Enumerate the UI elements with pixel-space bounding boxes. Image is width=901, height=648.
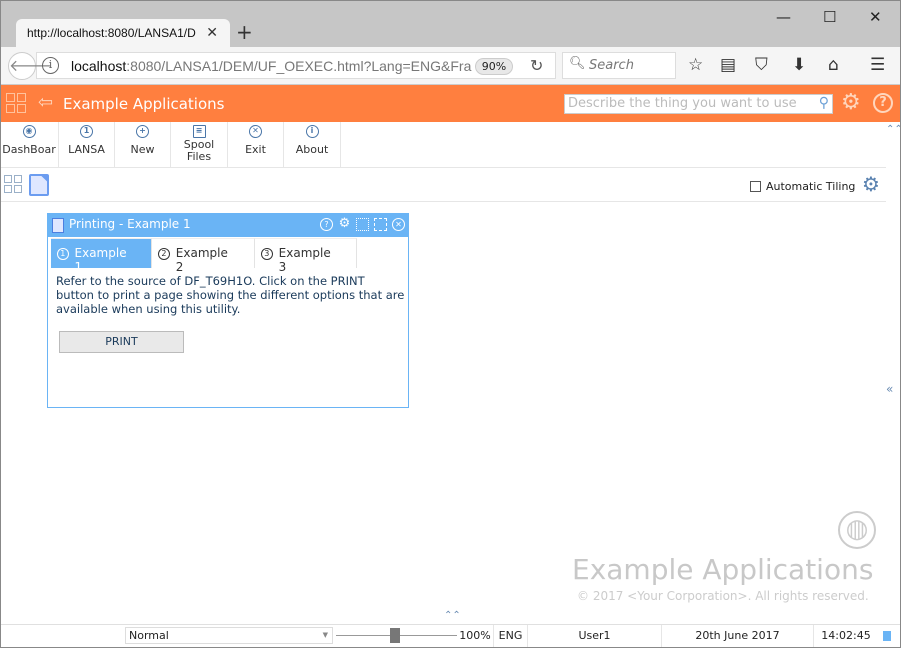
new-tab-icon[interactable]: + <box>236 20 253 44</box>
tab-label: Example 1 <box>74 246 127 274</box>
window-title: Printing - Example 1 <box>69 217 191 231</box>
chevron-down-icon: ▼ <box>322 631 328 639</box>
tab-example-1[interactable]: 1 Example 1 <box>51 238 152 274</box>
maximize-icon[interactable]: ☐ <box>823 8 836 26</box>
browser-tab[interactable]: http://localhost:8080/LANSA1/D ✕ <box>16 19 230 47</box>
search-placeholder: Search <box>589 58 634 73</box>
close-tab-icon[interactable]: ✕ <box>206 24 218 41</box>
app-title: Example Applications <box>63 95 225 113</box>
document-view-icon[interactable] <box>29 174 49 196</box>
expand-up-icon[interactable]: ⌃⌃ <box>444 610 461 621</box>
toolbar-new-button[interactable]: + New <box>115 122 171 168</box>
window-tabs: 1 Example 1 2 Example 2 3 Example 3 <box>51 238 357 274</box>
plus-circle-icon: + <box>136 125 149 138</box>
toolbar-label: DashBoar <box>2 143 56 156</box>
settings-gear-icon[interactable]: ⚙ <box>338 217 351 231</box>
tab-example-3[interactable]: 3 Example 3 <box>255 238 357 274</box>
nav-bar: localhost:8080/LANSA1/DEM/UF_OEXEC.html?… <box>0 47 901 85</box>
tile-view-icon[interactable] <box>4 175 22 193</box>
reload-icon[interactable]: ↻ <box>530 56 543 75</box>
info-icon[interactable]: i <box>42 57 59 74</box>
watermark-title: Example Applications <box>572 553 874 586</box>
tab-example-2[interactable]: 2 Example 2 <box>152 238 255 274</box>
window-description: Refer to the source of DF_T69H1O. Click … <box>56 274 405 316</box>
reading-list-icon[interactable]: ▤ <box>720 55 736 75</box>
tiling-settings-gear-icon[interactable]: ⚙ <box>862 172 880 196</box>
toolbar-lansa-button[interactable]: 1 LANSA <box>59 122 115 168</box>
tab-number-icon: 2 <box>158 248 170 260</box>
back-arrow-icon[interactable]: ⇦ <box>38 92 53 113</box>
close-window-icon[interactable]: ✕ <box>869 8 882 26</box>
toolbar-dashboard-button[interactable]: ◉ DashBoar <box>0 122 59 168</box>
zoom-slider-thumb[interactable] <box>390 628 401 643</box>
menu-icon[interactable]: ☰ <box>870 55 885 75</box>
browser-search-input[interactable]: 🔍︎ Search <box>562 52 676 79</box>
automatic-tiling-toggle[interactable]: Automatic Tiling <box>750 180 855 193</box>
language: ENG <box>494 625 528 647</box>
app-search-input[interactable]: Describe the thing you want to use ⚲ <box>564 94 833 114</box>
zoom-badge[interactable]: 90% <box>475 58 513 75</box>
toolbar-about-button[interactable]: i About <box>284 122 341 168</box>
watermark-copyright: © 2017 <Your Corporation>. All rights re… <box>577 589 869 603</box>
user: User1 <box>528 625 662 647</box>
minimize-icon[interactable]: — <box>776 8 791 26</box>
toolbar-label: Spool Files <box>183 138 215 163</box>
time: 14:02:45 <box>821 629 871 642</box>
divider <box>0 201 886 202</box>
app-header: ⇦ Example Applications Describe the thin… <box>0 85 901 122</box>
mode-select[interactable]: Normal ▼ <box>125 627 333 644</box>
status-indicator <box>883 631 891 641</box>
toolbar-label: About <box>295 143 329 156</box>
pocket-icon[interactable]: ⛉ <box>755 55 768 75</box>
globe-icon: ◉ <box>22 125 36 138</box>
mode-value: Normal <box>129 629 169 642</box>
zoom-label: 100% <box>457 625 494 647</box>
toolbar-label: Exit <box>245 143 266 156</box>
window-header[interactable]: Printing - Example 1 ? ⚙ ✕ <box>48 214 408 237</box>
toolbar-label: New <box>130 143 155 156</box>
collapse-left-icon[interactable]: « <box>886 382 893 396</box>
tab-label: Example 2 <box>175 246 228 274</box>
tab-number-icon: 3 <box>261 248 273 260</box>
info-icon: i <box>305 125 319 138</box>
toolbar-exit-button[interactable]: ✕ Exit <box>228 122 284 168</box>
printing-window: Printing - Example 1 ? ⚙ ✕ 1 Example 1 2E… <box>47 213 409 408</box>
print-button[interactable]: PRINT <box>59 331 184 353</box>
status-bar: Normal ▼ 100% ENG User1 20th June 2017 14… <box>0 624 901 647</box>
app-search-placeholder: Describe the thing you want to use <box>568 96 797 111</box>
date: 20th June 2017 <box>662 625 814 647</box>
toolbar-spool-files-button[interactable]: ≡ Spool Files <box>171 122 228 168</box>
list-icon: ≡ <box>192 125 206 138</box>
automatic-tiling-checkbox[interactable] <box>750 181 761 192</box>
url-host: localhost <box>71 58 127 74</box>
settings-gear-icon[interactable]: ⚙ <box>841 90 861 115</box>
automatic-tiling-label: Automatic Tiling <box>766 180 856 193</box>
help-icon[interactable]: ? <box>873 93 893 113</box>
command-toolbar: ◉ DashBoar 1 LANSA + New ≡ Spool Files ✕ Exit… <box>0 122 886 168</box>
bookmark-star-icon[interactable]: ☆ <box>688 55 703 75</box>
tab-title: http://localhost:8080/LANSA1/D <box>27 26 196 40</box>
download-icon[interactable]: ⬇ <box>792 55 806 75</box>
collapse-up-icon[interactable]: ⌃⌃ <box>886 124 901 135</box>
back-icon[interactable]: 🡐 <box>8 52 52 80</box>
document-icon <box>52 218 64 233</box>
number-1-icon: 1 <box>80 125 93 138</box>
globe-icon: ◍ <box>838 511 876 549</box>
close-circle-icon: ✕ <box>249 125 262 138</box>
minimize-window-icon[interactable] <box>356 218 369 231</box>
app-grid-icon[interactable] <box>6 93 26 113</box>
search-icon[interactable]: ⚲ <box>819 95 829 111</box>
home-icon[interactable]: ⌂ <box>828 55 839 75</box>
url-path: :8080/LANSA1/DEM/UF_OEXEC.html?Lang=ENG&… <box>126 58 472 74</box>
toolbar-label: LANSA <box>68 143 105 156</box>
help-icon[interactable]: ? <box>320 218 333 231</box>
close-window-icon[interactable]: ✕ <box>392 218 405 231</box>
tab-label: Example 3 <box>278 246 331 274</box>
tab-number-icon: 1 <box>57 248 69 260</box>
search-icon: 🔍︎ <box>569 56 586 71</box>
maximize-window-icon[interactable] <box>374 218 387 231</box>
